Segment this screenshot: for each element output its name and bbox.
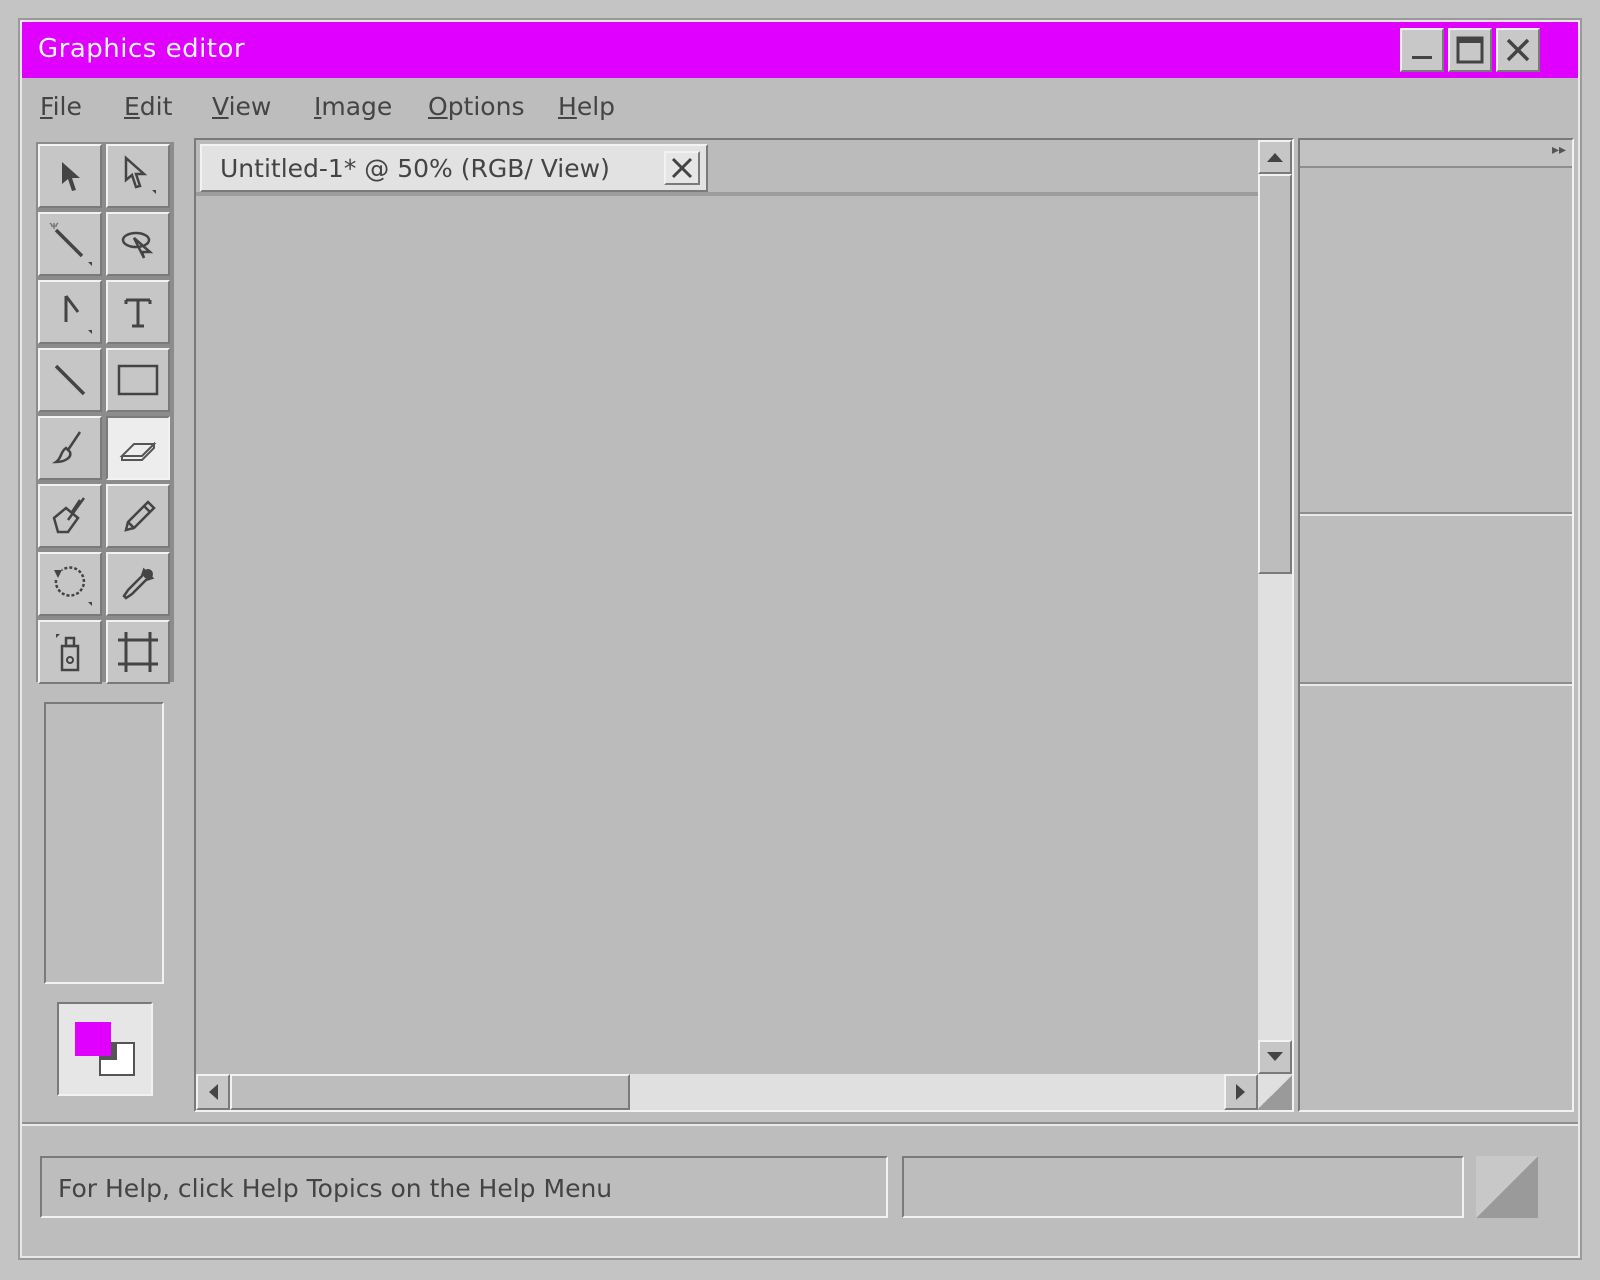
rectangle-tool[interactable] [106, 348, 170, 412]
vertical-scrollbar[interactable] [1258, 140, 1292, 1074]
pen-icon [64, 295, 92, 334]
status-help-text: For Help, click Help Topics on the Help … [58, 1174, 613, 1203]
app-window: Graphics editor File Edit View Image Opt… [22, 22, 1578, 1256]
selection-arrow-icon [62, 162, 80, 191]
close-icon [671, 157, 693, 179]
maximize-icon [1456, 36, 1484, 64]
lasso-tool[interactable] [106, 212, 170, 276]
text-icon [124, 298, 152, 328]
window-resize-grip[interactable] [1476, 1156, 1538, 1218]
horizontal-scroll-thumb[interactable] [230, 1074, 630, 1110]
panel-divider [1300, 512, 1572, 516]
crop-tool[interactable] [106, 620, 170, 684]
close-icon [1506, 38, 1530, 62]
close-document-button[interactable] [664, 151, 700, 185]
line-icon [54, 364, 86, 396]
menu-view[interactable]: View [212, 92, 271, 121]
menu-bar: File Edit View Image Options Help [22, 82, 1578, 132]
status-secondary-pane [902, 1156, 1464, 1218]
lasso-icon [121, 231, 154, 259]
paint-bucket-tool[interactable] [38, 484, 102, 548]
document-area: Untitled-1* @ 50% (RGB/ View) [194, 138, 1294, 1112]
right-panel: ▸▸ [1298, 138, 1574, 1112]
stamp-icon [56, 634, 80, 672]
scroll-left-button[interactable] [196, 1074, 230, 1110]
maximize-button[interactable] [1448, 28, 1492, 72]
arrow-up-icon [1267, 153, 1283, 162]
brush-icon [51, 431, 82, 464]
arrow-right-icon [1236, 1084, 1245, 1100]
panel-divider [1300, 682, 1572, 686]
eyedropper-tool[interactable] [106, 552, 170, 616]
tool-options-panel [44, 702, 164, 984]
color-swatches[interactable] [57, 1002, 153, 1096]
crop-icon [118, 632, 158, 672]
line-tool[interactable] [38, 348, 102, 412]
panel-header: ▸▸ [1300, 140, 1572, 168]
arrow-down-icon [1267, 1052, 1283, 1061]
eraser-icon [119, 441, 157, 461]
paint-bucket-icon [52, 497, 86, 534]
rectangle-icon [117, 364, 159, 396]
scroll-right-button[interactable] [1224, 1074, 1258, 1110]
eyedropper-icon [122, 567, 155, 600]
status-separator [22, 1122, 1578, 1126]
pencil-icon [124, 500, 156, 532]
menu-image[interactable]: Image [314, 92, 392, 121]
collapse-panel-icon[interactable]: ▸▸ [1552, 142, 1566, 158]
scroll-down-button[interactable] [1258, 1040, 1292, 1074]
status-help-pane: For Help, click Help Topics on the Help … [40, 1156, 888, 1218]
vertical-scroll-thumb[interactable] [1258, 174, 1292, 574]
close-button[interactable] [1496, 28, 1540, 72]
magic-wand-icon [49, 222, 92, 266]
minimize-icon [1412, 56, 1432, 59]
pencil-tool[interactable] [106, 484, 170, 548]
magic-wand-tool[interactable] [38, 212, 102, 276]
stamp-tool[interactable] [38, 620, 102, 684]
canvas[interactable] [196, 196, 1256, 1074]
canvas-size-grip[interactable] [1258, 1074, 1292, 1110]
document-tab-label: Untitled-1* @ 50% (RGB/ View) [220, 154, 610, 183]
toolbox [36, 142, 174, 684]
arrow-left-icon [209, 1084, 218, 1100]
direct-selection-icon [124, 155, 156, 194]
direct-selection-tool[interactable] [106, 144, 170, 208]
selection-tool[interactable] [38, 144, 102, 208]
menu-file[interactable]: File [40, 92, 82, 121]
menu-help[interactable]: Help [558, 92, 615, 121]
horizontal-scrollbar[interactable] [196, 1074, 1258, 1110]
menu-edit[interactable]: Edit [124, 92, 172, 121]
eraser-tool[interactable] [106, 416, 170, 480]
brush-tool[interactable] [38, 416, 102, 480]
title-bar[interactable]: Graphics editor [22, 22, 1578, 78]
document-tab[interactable]: Untitled-1* @ 50% (RGB/ View) [200, 144, 708, 192]
rotate-icon [54, 566, 92, 606]
window-title: Graphics editor [38, 34, 246, 64]
scroll-up-button[interactable] [1258, 140, 1292, 174]
minimize-button[interactable] [1400, 28, 1444, 72]
pen-tool[interactable] [38, 280, 102, 344]
text-tool[interactable] [106, 280, 170, 344]
foreground-color-swatch[interactable] [75, 1022, 111, 1056]
rotate-tool[interactable] [38, 552, 102, 616]
menu-options[interactable]: Options [428, 92, 524, 121]
